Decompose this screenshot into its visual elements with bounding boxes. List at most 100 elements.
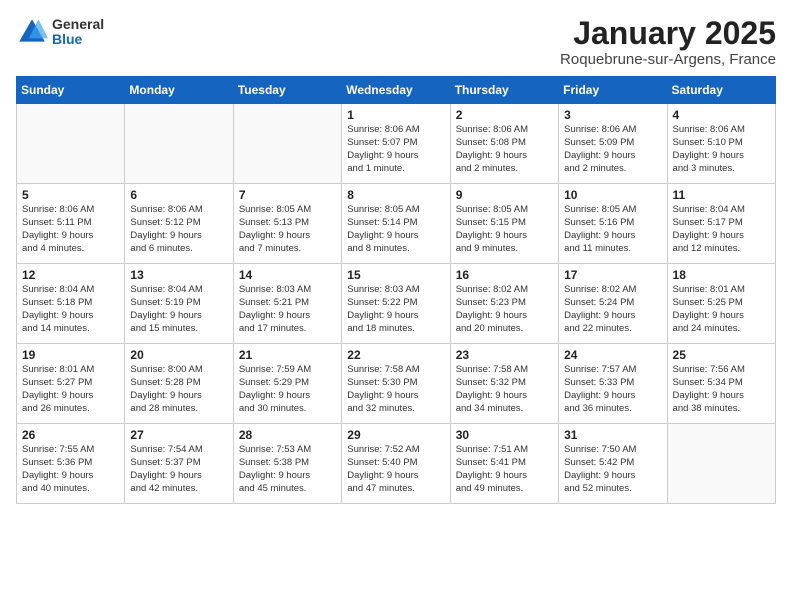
calendar-cell: 18 Sunrise: 8:01 AM Sunset: 5:25 PM Dayli… [667,264,775,344]
day-number: 12 [22,268,119,282]
calendar-cell: 16Sunrise: 8:02 AM Sunset: 5:23 PM Dayli… [450,264,558,344]
calendar-week-row: 26 Sunrise: 7:55 AM Sunset: 5:36 PM Dayli… [17,424,776,504]
day-number: 22 [347,348,444,362]
calendar-week-row: 12 Sunrise: 8:04 AM Sunset: 5:18 PM Dayli… [17,264,776,344]
calendar-table: SundayMondayTuesdayWednesdayThursdayFrid… [16,76,776,504]
weekday-header-row: SundayMondayTuesdayWednesdayThursdayFrid… [17,77,776,104]
day-info: Sunrise: 8:01 AM Sunset: 5:25 PM Dayligh… [673,284,770,335]
calendar-cell: 3 Sunrise: 8:06 AM Sunset: 5:09 PM Daylig… [559,104,667,184]
calendar-cell: 14 Sunrise: 8:03 AM Sunset: 5:21 PM Dayli… [233,264,341,344]
logo-blue-text: Blue [52,32,104,47]
calendar-cell [125,104,233,184]
calendar-cell: 25 Sunrise: 7:56 AM Sunset: 5:34 PM Dayli… [667,344,775,424]
day-info: Sunrise: 8:05 AM Sunset: 5:16 PM Dayligh… [564,204,661,255]
weekday-header: Saturday [667,77,775,104]
page-header: General Blue January 2025 Roquebrune-sur… [16,16,776,68]
day-info: Sunrise: 8:06 AM Sunset: 5:10 PM Dayligh… [673,124,770,175]
location: Roquebrune-sur-Argens, France [560,51,776,68]
day-info: Sunrise: 8:04 AM Sunset: 5:18 PM Dayligh… [22,284,119,335]
logo-icon [16,16,48,48]
day-number: 27 [130,428,227,442]
calendar-cell: 11Sunrise: 8:04 AM Sunset: 5:17 PM Dayli… [667,184,775,264]
day-info: Sunrise: 8:01 AM Sunset: 5:27 PM Dayligh… [22,364,119,415]
day-info: Sunrise: 8:06 AM Sunset: 5:09 PM Dayligh… [564,124,661,175]
day-info: Sunrise: 7:54 AM Sunset: 5:37 PM Dayligh… [130,444,227,495]
calendar-cell: 24 Sunrise: 7:57 AM Sunset: 5:33 PM Dayli… [559,344,667,424]
calendar-cell: 5Sunrise: 8:06 AM Sunset: 5:11 PM Daylig… [17,184,125,264]
calendar-week-row: 19 Sunrise: 8:01 AM Sunset: 5:27 PM Dayli… [17,344,776,424]
day-number: 24 [564,348,661,362]
calendar-cell: 2 Sunrise: 8:06 AM Sunset: 5:08 PM Daylig… [450,104,558,184]
day-number: 2 [456,108,553,122]
weekday-header: Thursday [450,77,558,104]
weekday-header: Tuesday [233,77,341,104]
calendar-cell: 15Sunrise: 8:03 AM Sunset: 5:22 PM Dayli… [342,264,450,344]
calendar-cell: 28 Sunrise: 7:53 AM Sunset: 5:38 PM Dayli… [233,424,341,504]
day-info: Sunrise: 8:06 AM Sunset: 5:12 PM Dayligh… [130,204,227,255]
calendar-cell: 26 Sunrise: 7:55 AM Sunset: 5:36 PM Dayli… [17,424,125,504]
day-info: Sunrise: 8:00 AM Sunset: 5:28 PM Dayligh… [130,364,227,415]
calendar-cell: 9 Sunrise: 8:05 AM Sunset: 5:15 PM Daylig… [450,184,558,264]
calendar-cell: 19 Sunrise: 8:01 AM Sunset: 5:27 PM Dayli… [17,344,125,424]
day-number: 14 [239,268,336,282]
day-info: Sunrise: 7:53 AM Sunset: 5:38 PM Dayligh… [239,444,336,495]
weekday-header: Sunday [17,77,125,104]
calendar-cell: 27 Sunrise: 7:54 AM Sunset: 5:37 PM Dayli… [125,424,233,504]
calendar-cell: 6 Sunrise: 8:06 AM Sunset: 5:12 PM Daylig… [125,184,233,264]
day-info: Sunrise: 8:02 AM Sunset: 5:24 PM Dayligh… [564,284,661,335]
day-number: 6 [130,188,227,202]
calendar-cell: 31 Sunrise: 7:50 AM Sunset: 5:42 PM Dayli… [559,424,667,504]
day-info: Sunrise: 8:03 AM Sunset: 5:21 PM Dayligh… [239,284,336,335]
weekday-header: Wednesday [342,77,450,104]
day-info: Sunrise: 8:02 AM Sunset: 5:23 PM Dayligh… [456,284,553,335]
day-number: 17 [564,268,661,282]
day-info: Sunrise: 7:57 AM Sunset: 5:33 PM Dayligh… [564,364,661,415]
day-info: Sunrise: 8:06 AM Sunset: 5:08 PM Dayligh… [456,124,553,175]
calendar-cell [17,104,125,184]
day-number: 7 [239,188,336,202]
day-number: 18 [673,268,770,282]
calendar-cell: 4Sunrise: 8:06 AM Sunset: 5:10 PM Daylig… [667,104,775,184]
day-info: Sunrise: 8:04 AM Sunset: 5:19 PM Dayligh… [130,284,227,335]
day-info: Sunrise: 8:06 AM Sunset: 5:07 PM Dayligh… [347,124,444,175]
day-number: 1 [347,108,444,122]
day-number: 11 [673,188,770,202]
calendar-cell [667,424,775,504]
day-number: 31 [564,428,661,442]
calendar-cell: 30Sunrise: 7:51 AM Sunset: 5:41 PM Dayli… [450,424,558,504]
calendar-week-row: 5Sunrise: 8:06 AM Sunset: 5:11 PM Daylig… [17,184,776,264]
day-number: 15 [347,268,444,282]
calendar-cell: 22 Sunrise: 7:58 AM Sunset: 5:30 PM Dayli… [342,344,450,424]
day-number: 23 [456,348,553,362]
day-number: 28 [239,428,336,442]
day-number: 25 [673,348,770,362]
calendar-cell: 17 Sunrise: 8:02 AM Sunset: 5:24 PM Dayli… [559,264,667,344]
calendar-cell: 12 Sunrise: 8:04 AM Sunset: 5:18 PM Dayli… [17,264,125,344]
calendar-cell: 8Sunrise: 8:05 AM Sunset: 5:14 PM Daylig… [342,184,450,264]
day-number: 21 [239,348,336,362]
day-info: Sunrise: 7:52 AM Sunset: 5:40 PM Dayligh… [347,444,444,495]
day-info: Sunrise: 7:56 AM Sunset: 5:34 PM Dayligh… [673,364,770,415]
day-number: 10 [564,188,661,202]
calendar-cell: 13Sunrise: 8:04 AM Sunset: 5:19 PM Dayli… [125,264,233,344]
day-info: Sunrise: 8:05 AM Sunset: 5:14 PM Dayligh… [347,204,444,255]
day-number: 3 [564,108,661,122]
day-info: Sunrise: 8:05 AM Sunset: 5:13 PM Dayligh… [239,204,336,255]
day-number: 20 [130,348,227,362]
month-title: January 2025 [560,16,776,51]
title-block: January 2025 Roquebrune-sur-Argens, Fran… [560,16,776,68]
day-number: 19 [22,348,119,362]
day-info: Sunrise: 8:05 AM Sunset: 5:15 PM Dayligh… [456,204,553,255]
day-info: Sunrise: 7:58 AM Sunset: 5:32 PM Dayligh… [456,364,553,415]
day-number: 9 [456,188,553,202]
day-info: Sunrise: 7:50 AM Sunset: 5:42 PM Dayligh… [564,444,661,495]
calendar-cell: 7 Sunrise: 8:05 AM Sunset: 5:13 PM Daylig… [233,184,341,264]
day-info: Sunrise: 7:59 AM Sunset: 5:29 PM Dayligh… [239,364,336,415]
day-number: 26 [22,428,119,442]
logo: General Blue [16,16,104,48]
day-number: 29 [347,428,444,442]
day-info: Sunrise: 7:55 AM Sunset: 5:36 PM Dayligh… [22,444,119,495]
day-info: Sunrise: 7:58 AM Sunset: 5:30 PM Dayligh… [347,364,444,415]
day-number: 30 [456,428,553,442]
calendar-cell [233,104,341,184]
